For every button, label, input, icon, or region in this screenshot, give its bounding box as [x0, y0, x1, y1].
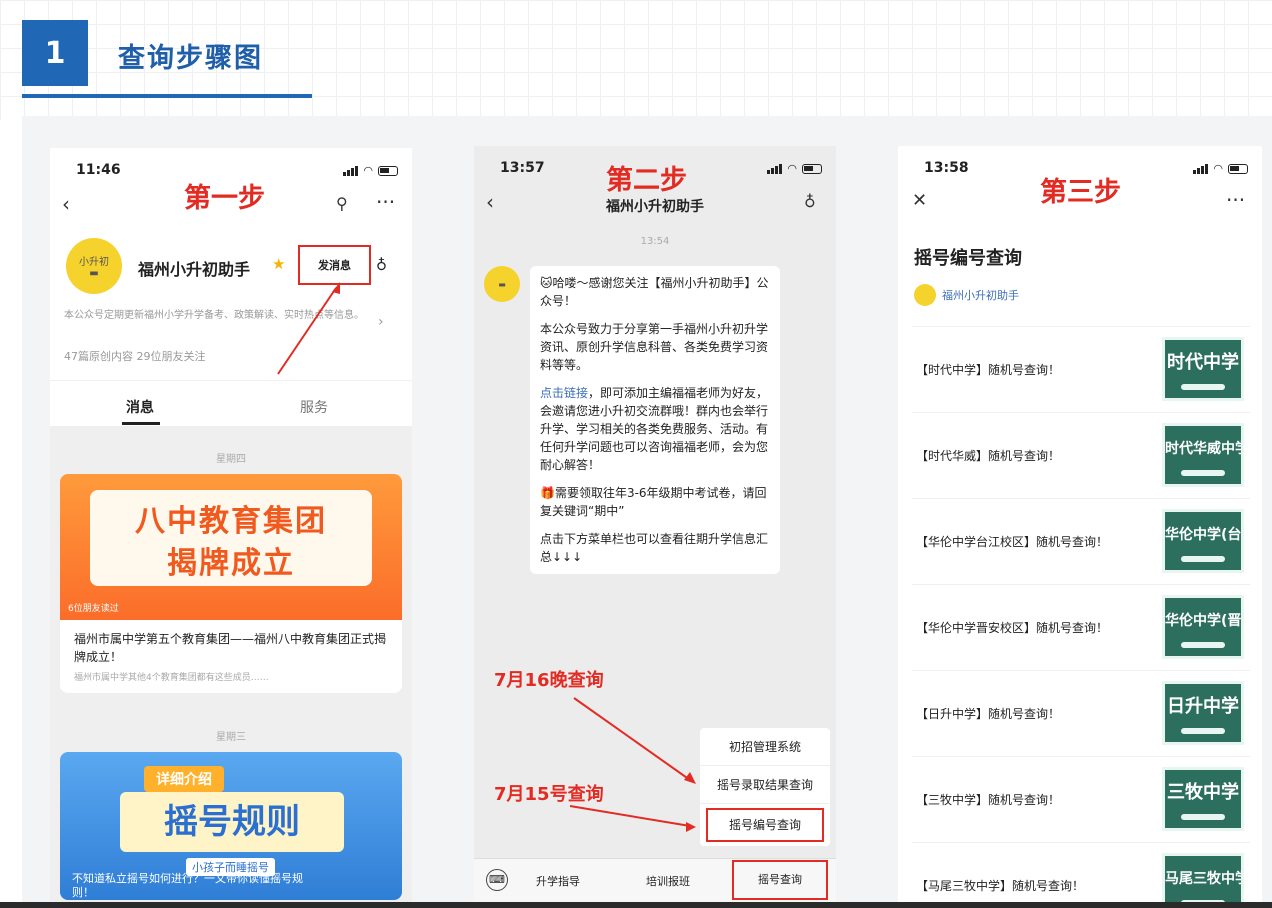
account-avatar: [914, 284, 936, 306]
list-item[interactable]: 【时代中学】随机号查询！ 时代中学: [912, 326, 1250, 412]
list-item-text: 【华伦中学台江校区】随机号查询！: [916, 535, 1109, 549]
thumbnail-text: 马尾三牧中学: [1165, 871, 1244, 887]
section-number: 1: [22, 20, 88, 86]
thumbnail-text: 华伦中学(台江: [1165, 527, 1242, 543]
cover-line-1: 八中教育集团: [135, 504, 327, 539]
thumbnail-text: 三牧中学: [1167, 782, 1239, 803]
account-name: 福州小升初助手: [942, 289, 1019, 302]
list-item[interactable]: 【华伦中学台江校区】随机号查询！ 华伦中学(台江: [912, 498, 1250, 584]
phone-step-2: 13:57 ◠ 第二步 ‹ 福州小升初助手 ♁ 13:54 ▬ 🐱哈喽～感谢您关…: [474, 146, 836, 902]
list-item-thumbnail: 马尾三牧中学: [1162, 853, 1244, 902]
bottom-strip: [0, 902, 1272, 908]
tab-messages[interactable]: 消息: [126, 397, 154, 417]
keyboard-icon[interactable]: ⌨: [486, 869, 508, 891]
list-item-text: 【时代中学】随机号查询！: [916, 363, 1061, 377]
list-item-thumbnail: 日升中学: [1162, 681, 1244, 745]
list-item-text: 【时代华威】随机号查询！: [916, 449, 1061, 463]
bottom-menu-bar: ⌨ 升学指导 培训报班 摇号查询: [474, 858, 836, 902]
list-item[interactable]: 【时代华威】随机号查询！ 时代华威中学: [912, 412, 1250, 498]
bottom-menu-item[interactable]: 培训报班: [646, 873, 690, 889]
list-item-thumbnail: 时代中学: [1162, 337, 1244, 401]
list-item-text: 【日升中学】随机号查询！: [916, 707, 1061, 721]
tab-services[interactable]: 服务: [300, 397, 328, 417]
article-card[interactable]: 详细介绍 摇号规则 小孩子而睡摇号 不知道私立摇号如何进行？一文带你读懂摇号规 …: [60, 752, 402, 900]
article-card[interactable]: 八中教育集团 揭牌成立 6位朋友读过 福州市属中学第五个教育集团——福州八中教育…: [60, 474, 402, 693]
day-label: 星期四: [216, 454, 246, 465]
list-item-thumbnail: 时代华威中学: [1162, 423, 1244, 487]
list-item-text: 【三牧中学】随机号查询！: [916, 793, 1061, 807]
thumbnail-text: 时代华威中学: [1165, 441, 1244, 457]
list-item-thumbnail: 华伦中学(晋安: [1162, 595, 1244, 659]
article-cover: 详细介绍 摇号规则 小孩子而睡摇号 不知道私立摇号如何进行？一文带你读懂摇号规 …: [60, 752, 402, 900]
status-icons: ◠: [1193, 162, 1248, 175]
popup-menu: 初招管理系统 摇号录取结果查询 摇号编号查询: [700, 728, 830, 846]
article-summary: 福州市属中学其他4个教育集团都有这些成员……: [74, 673, 269, 683]
article-title: 福州市属中学第五个教育集团——福州八中教育集团正式揭牌成立！: [74, 632, 387, 664]
phone-step-1: 11:46 ◠ 第一步 ‹ ⚲ ··· 小升初 ▬ 福州小升初助手 ★ 发消息 ♁…: [50, 148, 412, 902]
bottom-menu-item[interactable]: 升学指导: [536, 873, 580, 889]
list-item-text: 【华伦中学晋安校区】随机号查询！: [916, 621, 1109, 635]
tab-indicator: [122, 422, 160, 425]
thumbnail-text: 华伦中学(晋安: [1165, 613, 1242, 629]
account-line[interactable]: 福州小升初助手: [914, 284, 1019, 306]
step-label: 第三步: [1040, 177, 1121, 208]
day-label: 星期三: [216, 732, 246, 743]
tab-bar: 消息 服务: [50, 380, 412, 426]
thumbnail-text: 日升中学: [1167, 696, 1239, 717]
arrow-annotation: [277, 282, 340, 375]
list-item[interactable]: 【三牧中学】随机号查询！ 三牧中学: [912, 756, 1250, 842]
bottom-menu-item-highlighted[interactable]: 摇号查询: [732, 860, 828, 900]
article-caption: 不知道私立摇号如何进行？一文带你读懂摇号规: [72, 872, 303, 885]
list-item-text: 【马尾三牧中学】随机号查询！: [916, 879, 1085, 893]
cover-tag: 详细介绍: [144, 766, 224, 792]
section-underline: [22, 94, 312, 98]
menu-item[interactable]: 初招管理系统: [700, 728, 830, 766]
article-caption: 则！: [72, 886, 94, 899]
status-time: 13:58: [924, 160, 969, 176]
readers-count: 6位朋友读过: [68, 604, 119, 614]
menu-item[interactable]: 摇号录取结果查询: [700, 766, 830, 804]
list-item-thumbnail: 三牧中学: [1162, 767, 1244, 831]
page-title: 摇号编号查询: [914, 248, 1022, 269]
message-feed: 星期四 八中教育集团 揭牌成立 6位朋友读过 福州市属中学第五个教育集团——福州…: [50, 426, 412, 902]
menu-item-highlighted[interactable]: 摇号编号查询: [706, 808, 824, 842]
more-icon[interactable]: ···: [1226, 188, 1245, 212]
list-item-thumbnail: 华伦中学(台江: [1162, 509, 1244, 573]
list-item[interactable]: 【华伦中学晋安校区】随机号查询！ 华伦中学(晋安: [912, 584, 1250, 670]
list-item[interactable]: 【日升中学】随机号查询！ 日升中学: [912, 670, 1250, 756]
cover-line-2: 揭牌成立: [167, 546, 295, 581]
thumbnail-text: 时代中学: [1167, 352, 1239, 373]
close-icon[interactable]: ✕: [912, 190, 927, 211]
phone-step-3: 13:58 ◠ 第三步 ✕ ··· 摇号编号查询 福州小升初助手 【时代中学】随…: [898, 146, 1262, 902]
article-cover: 八中教育集团 揭牌成立 6位朋友读过: [60, 474, 402, 620]
list-item[interactable]: 【马尾三牧中学】随机号查询！ 马尾三牧中学: [912, 842, 1250, 902]
cover-title: 摇号规则: [120, 792, 344, 852]
section-title: 查询步骤图: [118, 43, 263, 74]
